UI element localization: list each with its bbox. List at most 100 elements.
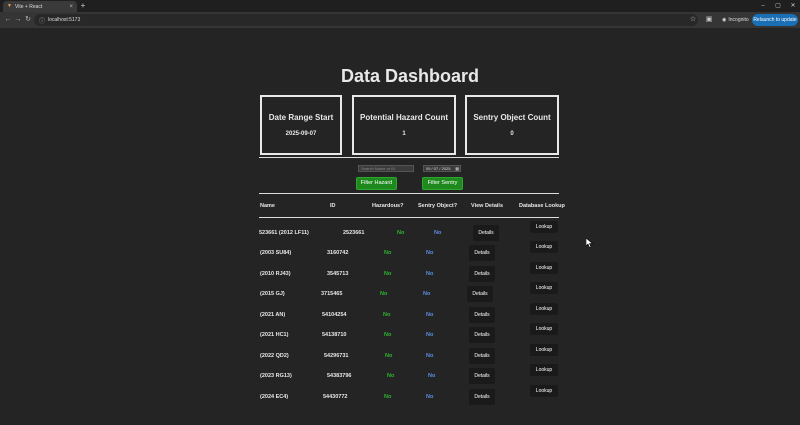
tab-close-icon[interactable]: ×: [69, 4, 73, 10]
hazardous-value: No: [384, 250, 392, 256]
filter-sentry-button[interactable]: Filter Sentry: [422, 177, 463, 190]
close-window-icon[interactable]: ✕: [786, 0, 800, 12]
table-row: 523661 (2012 LF11) 2523661 No No Details Look…: [0, 221, 800, 241]
maximize-icon[interactable]: ▢: [771, 0, 785, 12]
browser-tab-bar: ▼ Vite + React × + – ▢ ✕: [0, 0, 800, 12]
sentry-value: No: [426, 353, 434, 359]
browser-toolbar: ← → ↻ ⓘ localhost:5173 ☆ ▣ ◉ Incognito R…: [0, 12, 800, 28]
sentry-value: No: [426, 394, 434, 400]
details-button[interactable]: Details: [469, 389, 495, 405]
sentry-value: No: [426, 312, 434, 318]
address-bar[interactable]: ⓘ localhost:5173: [34, 14, 698, 26]
tab-title: Vite + React: [15, 3, 43, 10]
hazardous-value: No: [397, 230, 405, 236]
calendar-icon[interactable]: ▦: [455, 166, 459, 171]
sentry-count-card: Sentry Object Count 0: [465, 95, 559, 155]
asteroid-id: 54383796: [327, 373, 352, 379]
column-header-id: ID: [330, 203, 336, 209]
date-input[interactable]: 09 / 07 / 2025 ▦: [423, 165, 461, 172]
details-button[interactable]: Details: [469, 368, 495, 384]
back-icon[interactable]: ←: [3, 15, 13, 25]
card-value: 1: [402, 131, 406, 137]
lookup-button[interactable]: Lookup: [530, 221, 558, 233]
card-value: 2025-09-07: [285, 131, 317, 137]
asteroid-name: (2021 HC1): [260, 332, 289, 338]
column-header-sentry: Sentry Object?: [418, 203, 458, 209]
card-title: Date Range Start: [268, 113, 334, 122]
column-header-hazardous: Hazardous?: [372, 203, 404, 209]
divider: [259, 157, 559, 158]
vite-favicon-icon: ▼: [7, 3, 12, 9]
asteroid-name: 523661 (2012 LF11): [259, 230, 309, 236]
asteroid-name: (2022 QD2): [260, 353, 289, 359]
new-tab-icon[interactable]: +: [79, 1, 87, 11]
details-button[interactable]: Details: [467, 286, 493, 302]
incognito-icon: ◉: [722, 17, 727, 23]
asteroid-name: (2003 SU84): [260, 250, 292, 256]
date-range-card: Date Range Start 2025-09-07: [260, 95, 342, 155]
date-value: 09 / 07 / 2025: [426, 166, 451, 171]
asteroid-name: (2023 RG13): [260, 373, 292, 379]
lookup-button[interactable]: Lookup: [530, 282, 558, 294]
table-row: (2021 HC1) 54138710 No No Details Lookup: [0, 323, 800, 343]
incognito-indicator[interactable]: ◉ Incognito: [722, 15, 749, 25]
details-button[interactable]: Details: [469, 327, 495, 343]
lookup-button[interactable]: Lookup: [530, 303, 558, 315]
details-button[interactable]: Details: [473, 225, 499, 241]
asteroid-id: 3545713: [327, 271, 349, 277]
asteroid-name: (2024 EC4): [260, 394, 289, 400]
details-button[interactable]: Details: [469, 245, 495, 261]
asteroid-name: (2010 RJ43): [260, 271, 291, 277]
sidebar-icon[interactable]: ▣: [704, 15, 714, 25]
hazardous-value: No: [384, 332, 392, 338]
details-button[interactable]: Details: [469, 266, 495, 282]
hazard-count-card: Potential Hazard Count 1: [352, 95, 456, 155]
lookup-button[interactable]: Lookup: [530, 344, 558, 356]
page-title: Data Dashboard: [340, 66, 480, 86]
sentry-value: No: [423, 291, 431, 297]
lookup-button[interactable]: Lookup: [530, 323, 558, 335]
browser-tab[interactable]: ▼ Vite + React ×: [3, 1, 77, 12]
hazardous-value: No: [380, 291, 388, 297]
lookup-button[interactable]: Lookup: [530, 385, 558, 397]
asteroid-id: 54430772: [323, 394, 348, 400]
minimize-icon[interactable]: –: [756, 0, 770, 12]
asteroid-id: 3160742: [327, 250, 349, 256]
relaunch-update-button[interactable]: Relaunch to update: [752, 14, 798, 26]
card-value: 0: [510, 131, 514, 137]
lookup-button[interactable]: Lookup: [530, 241, 558, 253]
sentry-value: No: [426, 250, 434, 256]
hazardous-value: No: [387, 373, 395, 379]
table-row: (2023 RG13) 54383796 No No Details Lookup: [0, 364, 800, 384]
table-row: (2015 GJ) 3715465 No No Details Lookup: [0, 282, 800, 302]
url-text: localhost:5173: [48, 17, 81, 23]
divider: [259, 193, 559, 194]
card-title: Potential Hazard Count: [359, 113, 448, 122]
asteroid-id: 54138710: [322, 332, 347, 338]
filter-hazard-button[interactable]: Filter Hazard: [356, 177, 397, 190]
bookmark-star-icon[interactable]: ☆: [688, 15, 698, 25]
hazardous-value: No: [385, 353, 393, 359]
divider: [259, 217, 559, 218]
forward-icon[interactable]: →: [13, 15, 23, 25]
asteroid-name: (2015 GJ): [260, 291, 285, 297]
table-row: (2022 QD2) 54296731 No No Details Lookup: [0, 344, 800, 364]
search-input[interactable]: [358, 165, 414, 172]
sentry-value: No: [428, 373, 436, 379]
column-header-name: Name: [260, 203, 275, 209]
lookup-button[interactable]: Lookup: [530, 364, 558, 376]
lookup-button[interactable]: Lookup: [530, 262, 558, 274]
reload-icon[interactable]: ↻: [23, 15, 33, 25]
column-header-database-lookup: Database Lookup: [519, 203, 565, 209]
table-row: (2010 RJ43) 3545713 No No Details Lookup: [0, 262, 800, 282]
details-button[interactable]: Details: [469, 307, 495, 323]
mouse-cursor-icon: [586, 238, 594, 248]
sentry-value: No: [434, 230, 442, 236]
hazardous-value: No: [383, 312, 391, 318]
details-button[interactable]: Details: [469, 348, 495, 364]
table-row: (2021 AN) 54104254 No No Details Lookup: [0, 303, 800, 323]
site-info-icon[interactable]: ⓘ: [39, 16, 45, 25]
table-row: (2003 SU84) 3160742 No No Details Lookup: [0, 241, 800, 261]
column-header-view-details: View Details: [471, 203, 503, 209]
incognito-label: Incognito: [728, 17, 749, 23]
